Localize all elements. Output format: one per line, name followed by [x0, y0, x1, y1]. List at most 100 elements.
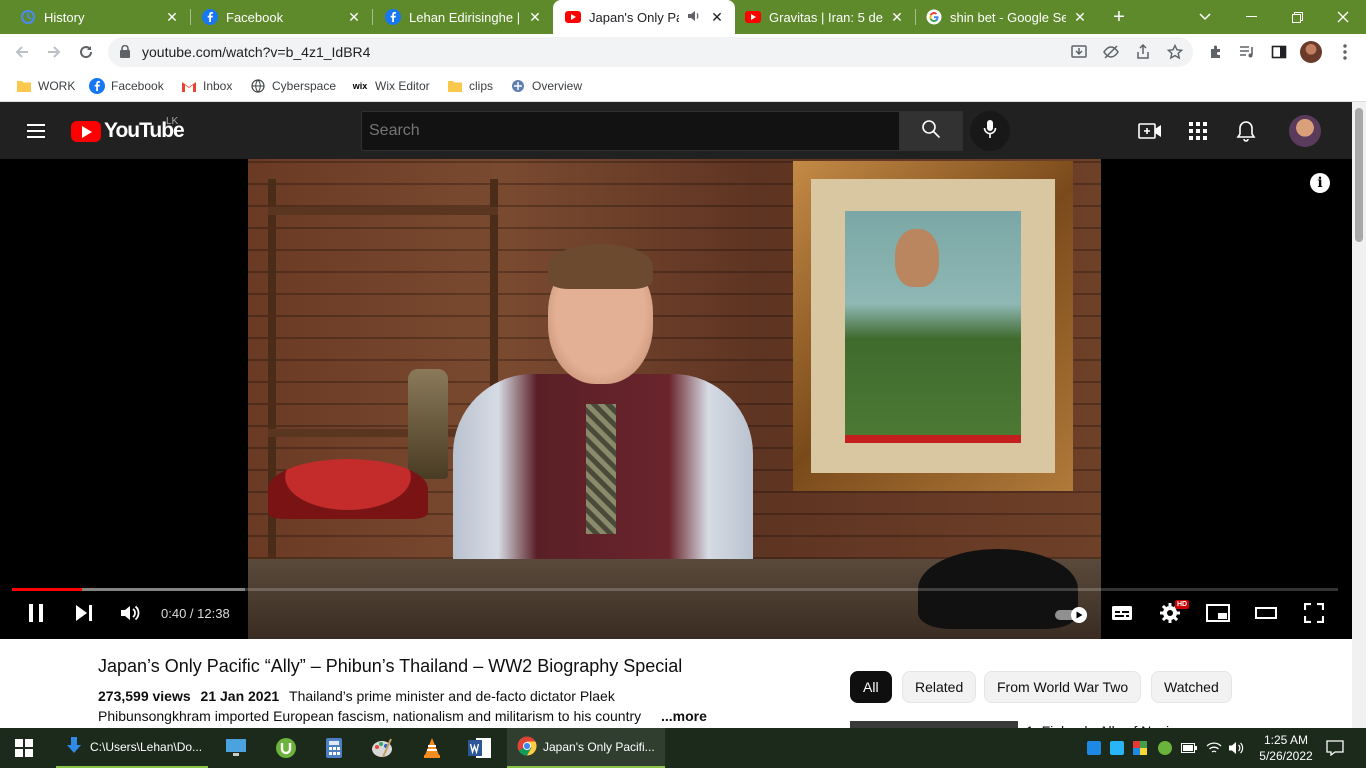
- close-icon[interactable]: ✕: [527, 9, 543, 25]
- apps-grid-icon[interactable]: [1185, 118, 1211, 144]
- subtitles-button[interactable]: [1104, 601, 1140, 629]
- media-control-icon[interactable]: [1238, 43, 1256, 61]
- search-input[interactable]: [361, 111, 900, 151]
- search-button[interactable]: [899, 111, 963, 151]
- scrollbar-thumb[interactable]: [1355, 108, 1363, 242]
- close-icon[interactable]: ✕: [164, 9, 180, 25]
- tray-utorrent-icon[interactable]: [1157, 740, 1173, 756]
- tab-youtube-active[interactable]: Japan's Only Pacif ✕: [553, 0, 735, 34]
- show-more-button[interactable]: ...more: [657, 708, 707, 724]
- speaker-volume-icon[interactable]: [1228, 740, 1244, 756]
- tab-gravitas[interactable]: Gravitas | Iran: 5 dead ✕: [735, 0, 915, 34]
- miniplayer-button[interactable]: [1200, 601, 1236, 629]
- youtube-play-logo-icon: [71, 120, 101, 142]
- tab-history[interactable]: History ✕: [0, 0, 190, 34]
- taskbar-explorer-window[interactable]: C:\Users\Lehan\Do...: [56, 728, 208, 768]
- wifi-icon[interactable]: [1206, 740, 1222, 756]
- description-snippet: Thailand’s prime minister and de-facto d…: [289, 688, 615, 704]
- bookmark-overview[interactable]: Overview: [510, 76, 582, 96]
- chip-from-world-war-two[interactable]: From World War Two: [984, 671, 1142, 703]
- tray-network-app-icon[interactable]: [1109, 740, 1125, 756]
- windows-start-icon[interactable]: [12, 736, 36, 760]
- close-icon[interactable]: ✕: [709, 9, 725, 25]
- info-icon[interactable]: i: [1310, 173, 1330, 193]
- tray-colorful-app-icon[interactable]: [1132, 740, 1148, 756]
- tab-google-search[interactable]: shin bet - Google Sea ✕: [916, 0, 1098, 34]
- vlc-icon[interactable]: [420, 736, 444, 760]
- this-pc-icon[interactable]: [224, 736, 248, 760]
- voice-search-button[interactable]: [970, 111, 1010, 151]
- calculator-icon[interactable]: [322, 736, 346, 760]
- install-app-icon[interactable]: [1070, 43, 1088, 61]
- chrome-menu-icon[interactable]: [1336, 43, 1354, 61]
- word-icon[interactable]: [468, 736, 492, 760]
- video-title: Japan’s Only Pacific “Ally” – Phibun’s T…: [98, 656, 683, 676]
- taskbar-chrome-window[interactable]: Japan's Only Pacifi...: [507, 728, 665, 768]
- back-button[interactable]: [9, 39, 35, 65]
- wix-icon: wix: [352, 81, 368, 91]
- progress-bar[interactable]: [12, 588, 1338, 591]
- restore-button[interactable]: [1274, 0, 1320, 34]
- tracking-blocked-icon[interactable]: [1102, 43, 1120, 61]
- paint-icon[interactable]: [370, 736, 394, 760]
- close-window-button[interactable]: [1320, 0, 1366, 34]
- theater-mode-icon: [1255, 606, 1277, 625]
- next-button[interactable]: [66, 601, 102, 629]
- notifications-center-icon[interactable]: [1326, 739, 1344, 757]
- chip-watched[interactable]: Watched: [1151, 671, 1232, 703]
- volume-button[interactable]: [113, 601, 149, 629]
- tab-facebook[interactable]: Facebook ✕: [182, 0, 372, 34]
- address-bar[interactable]: youtube.com/watch?v=b_4z1_IdBR4: [108, 37, 1193, 67]
- bookmark-star-icon[interactable]: [1166, 43, 1184, 61]
- hamburger-menu-icon[interactable]: [24, 119, 48, 143]
- utorrent-icon[interactable]: [274, 736, 298, 760]
- chip-related[interactable]: Related: [902, 671, 977, 703]
- bookmark-wix-editor[interactable]: wix Wix Editor: [351, 76, 430, 96]
- tab-label: Gravitas | Iran: 5 dead: [769, 9, 883, 25]
- fullscreen-button[interactable]: [1296, 601, 1332, 629]
- bookmark-facebook[interactable]: Facebook: [89, 76, 164, 96]
- pause-button[interactable]: [18, 601, 54, 629]
- bookmark-clips[interactable]: clips: [447, 76, 493, 96]
- extensions-icon[interactable]: [1207, 43, 1225, 61]
- battery-icon[interactable]: [1181, 740, 1197, 756]
- tab-lehan-facebook[interactable]: Lehan Edirisinghe | Fa ✕: [365, 0, 553, 34]
- facebook-icon: [89, 78, 105, 94]
- system-clock[interactable]: 1:25 AM 5/26/2022: [1256, 732, 1316, 764]
- volume-icon: [120, 604, 142, 627]
- create-video-icon[interactable]: [1137, 118, 1163, 144]
- video-frame[interactable]: [248, 159, 1101, 639]
- clock-date: 5/26/2022: [1259, 749, 1313, 763]
- side-panel-icon[interactable]: [1270, 43, 1288, 61]
- chip-all[interactable]: All: [850, 671, 892, 703]
- account-avatar[interactable]: [1289, 115, 1321, 147]
- notifications-bell-icon[interactable]: [1233, 118, 1259, 144]
- close-icon[interactable]: ✕: [889, 9, 905, 25]
- bookmark-work[interactable]: WORK: [16, 76, 75, 96]
- skip-next-icon: [75, 604, 93, 627]
- close-icon[interactable]: ✕: [346, 9, 362, 25]
- theater-mode-button[interactable]: [1248, 601, 1284, 629]
- lock-icon[interactable]: [120, 44, 130, 63]
- minimize-button[interactable]: [1228, 0, 1274, 34]
- speaker-icon[interactable]: [685, 9, 703, 25]
- forward-button[interactable]: [41, 39, 67, 65]
- bookmark-inbox[interactable]: Inbox: [181, 76, 232, 96]
- autoplay-toggle[interactable]: [1052, 601, 1090, 629]
- close-icon[interactable]: ✕: [1072, 9, 1088, 25]
- youtube-masthead: YouTube LK: [0, 102, 1352, 159]
- profile-avatar[interactable]: [1300, 41, 1322, 63]
- folder-icon: [16, 78, 32, 94]
- bookmark-cyberspace[interactable]: Cyberspace: [250, 76, 336, 96]
- share-icon[interactable]: [1134, 43, 1152, 61]
- watch-metadata: Japan’s Only Pacific “Ally” – Phibun’s T…: [0, 639, 1352, 729]
- reload-button[interactable]: [73, 39, 99, 65]
- video-player[interactable]: i 0:40 / 12:38 HD: [0, 159, 1352, 639]
- video-presenter-hair: [548, 244, 653, 289]
- page-scrollbar[interactable]: [1352, 102, 1366, 728]
- new-tab-button[interactable]: +: [1096, 0, 1142, 34]
- youtube-icon: [745, 9, 761, 25]
- taskbar-chrome-label: Japan's Only Pacifi...: [543, 740, 655, 754]
- tray-app-icon[interactable]: [1086, 740, 1102, 756]
- tab-search-icon[interactable]: [1182, 0, 1228, 34]
